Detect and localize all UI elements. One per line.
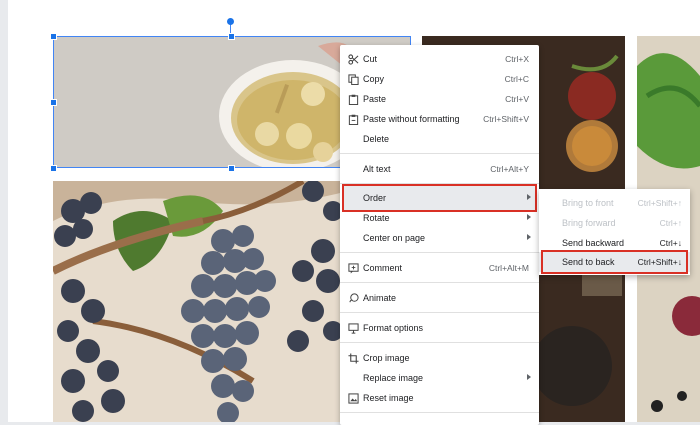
menu-separator bbox=[340, 153, 539, 154]
menu-item-label: Animate bbox=[363, 293, 397, 303]
shortcut-text: Ctrl+↓ bbox=[659, 238, 682, 248]
menu-item-comment[interactable]: Comment Ctrl+Alt+M bbox=[340, 258, 539, 278]
menu-item-format-options[interactable]: Format options bbox=[340, 318, 539, 338]
resize-handle-left[interactable] bbox=[50, 99, 57, 106]
menu-item-crop-image[interactable]: Crop image bbox=[340, 348, 539, 368]
menu-item-rotate[interactable]: Rotate bbox=[340, 208, 539, 228]
rotate-handle[interactable] bbox=[227, 18, 234, 25]
shortcut-text: Ctrl+Alt+Y bbox=[490, 164, 529, 174]
menu-item-replace-image[interactable]: Replace image bbox=[340, 368, 539, 388]
submenu-item-send-backward[interactable]: Send backward Ctrl+↓ bbox=[539, 233, 690, 253]
menu-item-cut[interactable]: Cut Ctrl+X bbox=[340, 49, 539, 69]
menu-item-copy[interactable]: Copy Ctrl+C bbox=[340, 69, 539, 89]
submenu-arrow-icon bbox=[527, 194, 531, 200]
submenu-item-label: Bring forward bbox=[562, 218, 616, 228]
menu-item-order[interactable]: Order bbox=[340, 188, 539, 208]
menu-separator bbox=[340, 342, 539, 343]
menu-item-paste[interactable]: Paste Ctrl+V bbox=[340, 89, 539, 109]
grapes-image[interactable] bbox=[53, 181, 348, 422]
menu-separator bbox=[340, 252, 539, 253]
menu-item-alt-text[interactable]: Alt text Ctrl+Alt+Y bbox=[340, 159, 539, 179]
menu-item-paste-without-formatting[interactable]: Paste without formatting Ctrl+Shift+V bbox=[340, 109, 539, 129]
scissors-icon bbox=[347, 53, 359, 65]
menu-item-label: Reset image bbox=[363, 393, 414, 403]
submenu-item-bring-to-front[interactable]: Bring to front Ctrl+Shift+↑ bbox=[539, 193, 690, 213]
shortcut-text: Ctrl+C bbox=[504, 74, 529, 84]
submenu-arrow-icon bbox=[527, 374, 531, 380]
menu-separator bbox=[340, 412, 539, 413]
menu-item-label: Center on page bbox=[363, 233, 426, 243]
submenu-arrow-icon bbox=[527, 234, 531, 240]
menu-item-animate[interactable]: Animate bbox=[340, 288, 539, 308]
menu-item-label: Crop image bbox=[363, 353, 410, 363]
menu-separator bbox=[340, 282, 539, 283]
shortcut-text: Ctrl+Shift+↑ bbox=[637, 198, 682, 208]
menu-item-label: Paste without formatting bbox=[363, 114, 460, 124]
menu-item-delete[interactable]: Delete bbox=[340, 129, 539, 149]
resize-handle-bottom[interactable] bbox=[228, 165, 235, 172]
resize-handle-bottom-left[interactable] bbox=[50, 165, 57, 172]
shortcut-text: Ctrl+X bbox=[505, 54, 529, 64]
menu-item-label: Copy bbox=[363, 74, 385, 84]
paste-plain-icon bbox=[347, 113, 359, 125]
resize-handle-top-left[interactable] bbox=[50, 33, 57, 40]
order-submenu: Bring to front Ctrl+Shift+↑ Bring forwar… bbox=[539, 189, 690, 275]
menu-separator bbox=[340, 183, 539, 184]
menu-item-center-on-page[interactable]: Center on page bbox=[340, 228, 539, 248]
menu-item-label: Paste bbox=[363, 94, 387, 104]
comment-icon bbox=[347, 262, 359, 274]
menu-item-label: Delete bbox=[363, 134, 390, 144]
shortcut-text: Ctrl+Shift+V bbox=[483, 114, 529, 124]
context-menu: Cut Ctrl+X Copy Ctrl+C Paste Ctrl+V Past… bbox=[340, 45, 539, 425]
menu-item-label: Comment bbox=[363, 263, 403, 273]
submenu-arrow-icon bbox=[527, 214, 531, 220]
menu-item-label: Cut bbox=[363, 54, 378, 64]
shortcut-text: Ctrl+↑ bbox=[659, 218, 682, 228]
shortcut-text: Ctrl+V bbox=[505, 94, 529, 104]
submenu-item-send-to-back[interactable]: Send to back Ctrl+Shift+↓ bbox=[539, 252, 690, 272]
resize-handle-top[interactable] bbox=[228, 33, 235, 40]
submenu-item-label: Send to back bbox=[562, 257, 615, 267]
copy-icon bbox=[347, 73, 359, 85]
reset-image-icon bbox=[347, 392, 359, 404]
menu-separator bbox=[340, 312, 539, 313]
menu-item-reset-image[interactable]: Reset image bbox=[340, 388, 539, 408]
menu-item-label: Replace image bbox=[363, 373, 424, 383]
submenu-item-bring-forward[interactable]: Bring forward Ctrl+↑ bbox=[539, 213, 690, 233]
menu-item-label: Format options bbox=[363, 323, 424, 333]
menu-item-label: Alt text bbox=[363, 164, 391, 174]
submenu-item-label: Send backward bbox=[562, 238, 625, 248]
shortcut-text: Ctrl+Shift+↓ bbox=[637, 257, 682, 267]
format-options-icon bbox=[347, 322, 359, 334]
submenu-item-label: Bring to front bbox=[562, 198, 614, 208]
animate-icon bbox=[347, 292, 359, 304]
clipboard-icon bbox=[347, 93, 359, 105]
menu-item-label: Rotate bbox=[363, 213, 390, 223]
menu-item-label: Order bbox=[363, 193, 387, 203]
shortcut-text: Ctrl+Alt+M bbox=[488, 263, 529, 273]
crop-icon bbox=[347, 352, 359, 364]
